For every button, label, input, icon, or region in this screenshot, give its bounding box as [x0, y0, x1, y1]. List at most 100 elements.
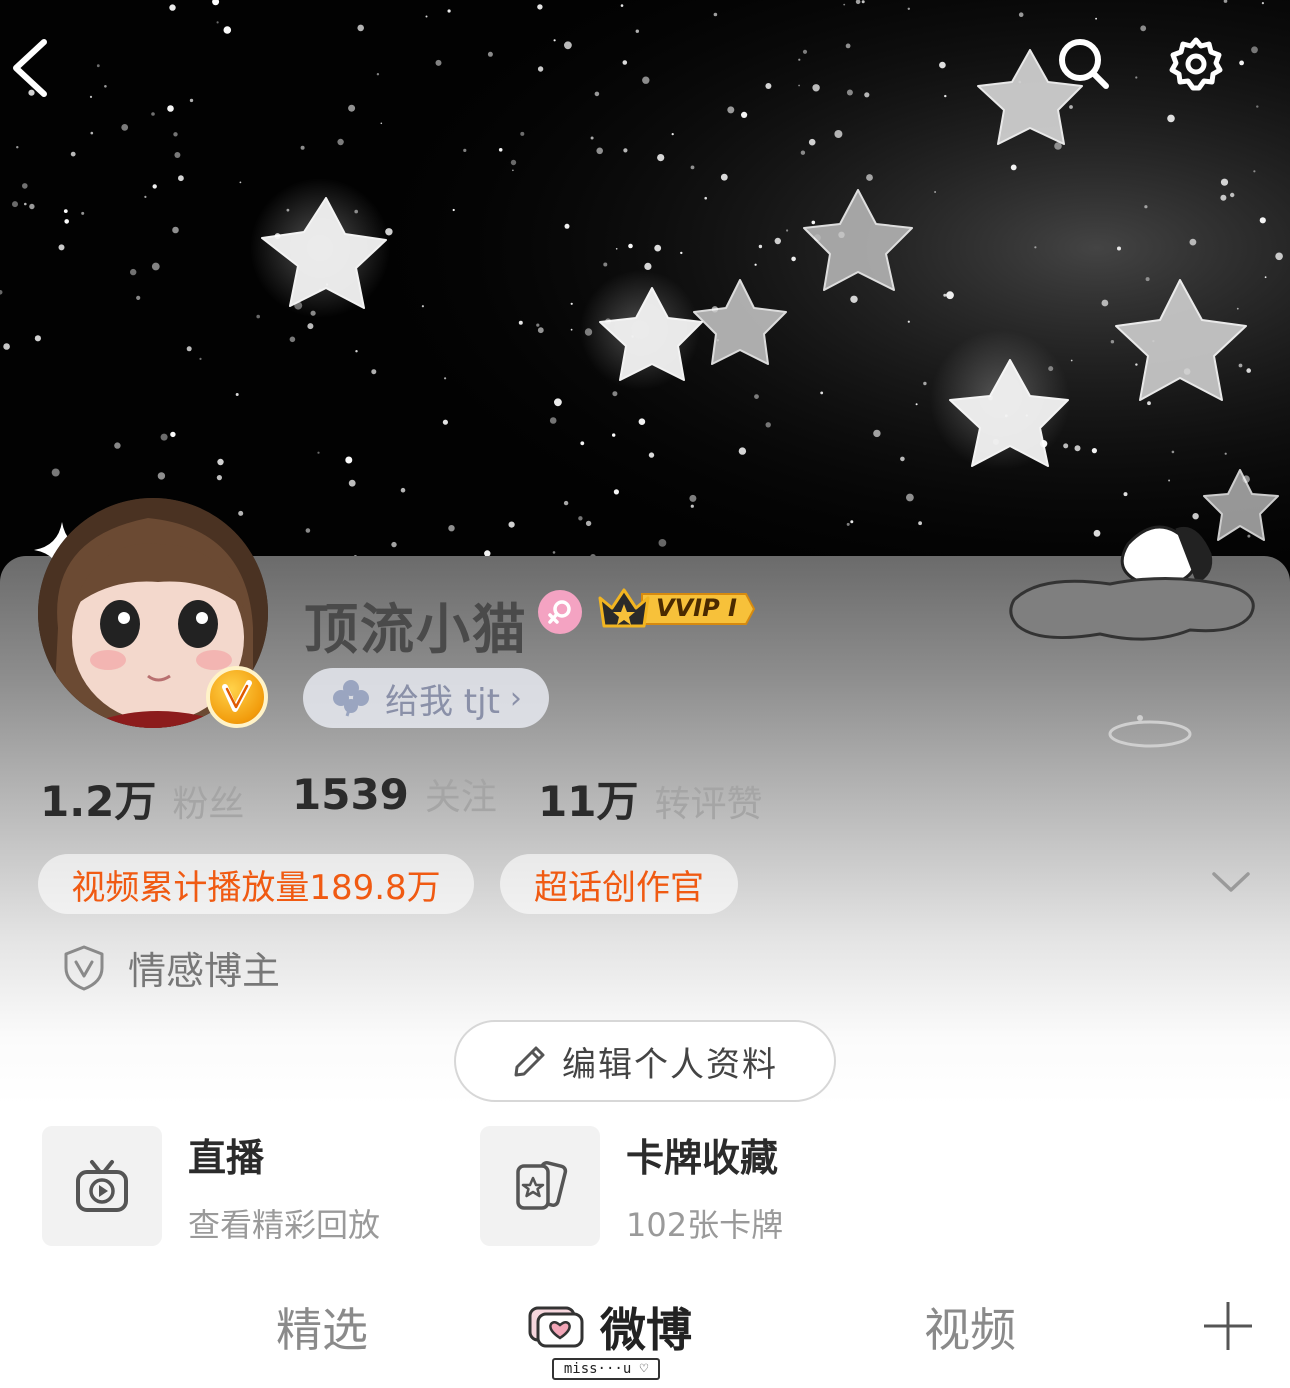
custom-tag-pill[interactable]: 给我 tjt › — [303, 668, 549, 728]
badge-supertopic-creator[interactable]: 超话创作官 — [500, 854, 738, 914]
badge-video-plays[interactable]: 视频累计播放量189.8万 — [38, 854, 474, 914]
star-dot — [554, 398, 562, 407]
star-dot — [90, 131, 94, 135]
star-dot — [216, 475, 222, 481]
star-dot — [906, 493, 914, 502]
star-dot — [81, 211, 85, 215]
star-dot — [216, 21, 219, 24]
star-dot — [553, 39, 556, 42]
chevron-down-icon[interactable] — [1208, 862, 1254, 902]
stat-interactions[interactable]: 11万 转评赞 — [538, 768, 762, 829]
card-star-icon — [516, 1161, 568, 1210]
blogger-category[interactable]: 情感博主 — [62, 940, 280, 995]
card-collection-icon-box — [480, 1126, 600, 1246]
star-dot — [58, 244, 65, 251]
star-dot — [623, 148, 628, 153]
star-dot — [1253, 170, 1256, 173]
star-dot — [391, 541, 397, 548]
star-dot — [570, 328, 573, 331]
star-dot — [337, 138, 344, 146]
stat-value: 1.2万 — [40, 777, 157, 826]
plus-icon[interactable] — [1200, 1298, 1256, 1354]
vvip-badge[interactable]: VVIP I — [596, 584, 756, 634]
star-dot — [510, 159, 517, 166]
star-dot — [570, 302, 573, 305]
star-dot — [549, 417, 557, 424]
search-button[interactable] — [1056, 36, 1146, 126]
edit-profile-label: 编辑个人资料 — [562, 1044, 778, 1085]
star-dot — [580, 441, 585, 446]
star-dot — [918, 521, 922, 526]
star-dot — [256, 314, 261, 319]
star-dot — [444, 377, 447, 380]
star-dot — [24, 202, 27, 206]
star-dot — [223, 26, 232, 34]
card-collection-card[interactable]: 卡牌收藏 102张卡牌 — [480, 1126, 783, 1246]
star-dot — [786, 229, 789, 232]
star-dot — [169, 4, 176, 11]
star-dot — [380, 122, 383, 125]
star-dot — [727, 106, 735, 114]
tab-featured[interactable]: 精选 — [276, 1294, 368, 1360]
gear-icon — [1169, 37, 1223, 91]
female-symbol — [548, 600, 571, 624]
star-dot — [160, 433, 168, 441]
star-dot — [51, 468, 60, 477]
star-dot — [104, 85, 107, 88]
star-dot — [452, 208, 455, 212]
star-dot — [915, 403, 918, 406]
star-dot — [199, 357, 202, 360]
star-dot — [174, 152, 181, 158]
star-dot — [791, 256, 796, 262]
star-dot — [900, 456, 905, 462]
star-dot — [1224, 452, 1227, 455]
star-dot — [1145, 277, 1150, 282]
star-dot — [12, 201, 18, 208]
star-dot — [864, 92, 870, 98]
stat-value: 1539 — [292, 770, 409, 819]
star-dot — [345, 456, 353, 464]
edit-profile-button[interactable]: 编辑个人资料 — [454, 1020, 836, 1102]
star-dot — [846, 89, 853, 96]
star-dot — [738, 447, 747, 455]
star-dot — [376, 73, 380, 76]
star-dot — [564, 223, 570, 229]
stat-following[interactable]: 1539 关注 — [292, 768, 497, 820]
back-button[interactable] — [8, 36, 98, 126]
star-dot — [537, 327, 544, 334]
search-icon — [1059, 39, 1109, 89]
star-dot — [152, 184, 157, 189]
nickname: 顶流小猫 — [304, 598, 528, 661]
star-dot — [657, 154, 665, 162]
star-dot — [22, 183, 28, 189]
star-dot — [425, 15, 428, 18]
star-dot — [1101, 299, 1109, 307]
tab-video[interactable]: 视频 — [924, 1294, 1016, 1360]
star-dot — [121, 124, 129, 131]
star-dot — [635, 29, 639, 33]
star-dot — [136, 295, 141, 300]
star-dot — [1095, 17, 1097, 20]
star-dot — [654, 244, 662, 252]
star-dot — [130, 268, 137, 276]
star-dot — [603, 262, 608, 267]
live-card[interactable]: 直播 查看精彩回放 — [42, 1126, 380, 1246]
stat-followers[interactable]: 1.2万 粉丝 — [40, 768, 244, 829]
star-dot — [487, 51, 493, 57]
star-dot — [64, 219, 69, 224]
star-dot — [1275, 252, 1283, 261]
star-dot — [846, 522, 850, 526]
stat-value: 11万 — [538, 777, 639, 826]
star-dot — [63, 209, 68, 214]
star-dot — [1246, 368, 1251, 373]
star-dot — [943, 293, 947, 297]
star-dot — [834, 130, 843, 138]
star-dot — [1010, 164, 1017, 171]
settings-button[interactable] — [1168, 36, 1258, 126]
star-dot — [1135, 363, 1138, 366]
tab-weibo[interactable]: 微博 — [600, 1294, 692, 1360]
star-dot — [357, 24, 365, 32]
star-dot — [812, 84, 820, 92]
star-dot — [690, 504, 694, 508]
star-dot — [642, 76, 650, 84]
